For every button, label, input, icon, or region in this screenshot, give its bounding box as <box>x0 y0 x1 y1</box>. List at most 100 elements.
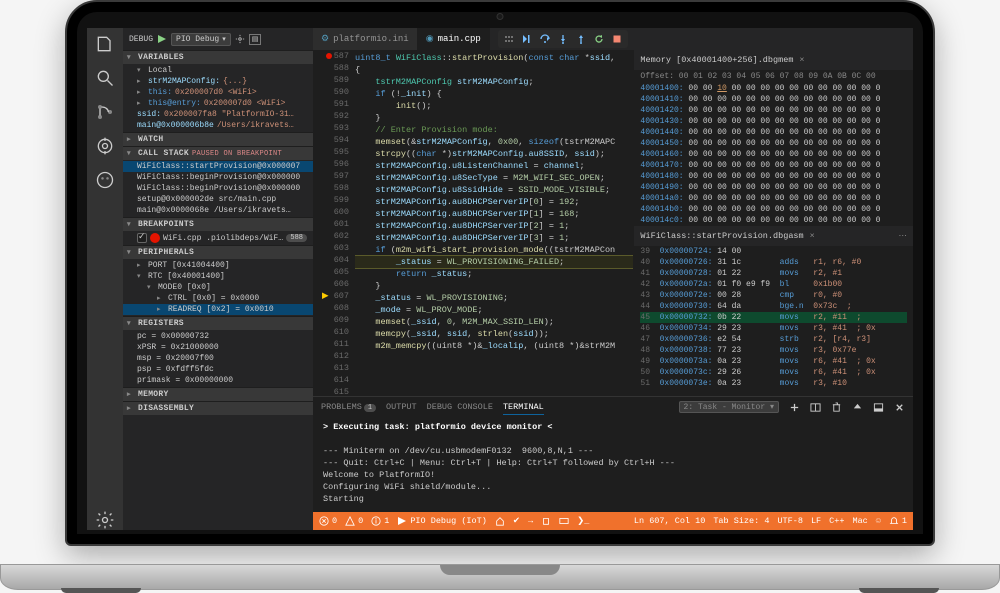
status-feedback-icon[interactable]: ☺ <box>876 516 881 526</box>
debug-icon[interactable] <box>95 136 115 156</box>
laptop-base <box>0 564 1000 590</box>
status-eol[interactable]: LF <box>811 516 821 526</box>
memory-section[interactable]: MEMORY <box>123 387 313 401</box>
debug-toolbar <box>498 30 628 48</box>
watch-section[interactable]: WATCH <box>123 132 313 146</box>
search-icon[interactable] <box>95 68 115 88</box>
start-debug-icon[interactable] <box>157 34 167 44</box>
panel-tab-output[interactable]: OUTPUT <box>386 400 417 414</box>
peripherals-section: PERIPHERALS PORT [0x41004400] RTC [0x400… <box>123 245 313 316</box>
register-row[interactable]: pc = 0x00000732 <box>123 331 313 342</box>
git-icon[interactable] <box>95 102 115 122</box>
memory-tab[interactable]: Memory [0x40001400+256].dbgmem× <box>634 50 913 70</box>
drag-handle-icon[interactable] <box>504 34 514 44</box>
restart-icon[interactable] <box>594 34 604 44</box>
step-out-icon[interactable] <box>576 34 586 44</box>
stack-frame[interactable]: main@0x0000068e /Users/ikravets… <box>123 205 313 216</box>
stop-icon[interactable] <box>612 34 622 44</box>
continue-icon[interactable] <box>522 34 532 44</box>
terminal-output[interactable]: > Executing task: platformio device moni… <box>313 417 913 512</box>
status-terminal-icon[interactable]: ❯_ <box>577 516 589 526</box>
status-serial-icon[interactable] <box>559 516 569 526</box>
close-panel-icon[interactable] <box>894 402 905 413</box>
peripheral-row[interactable]: RTC [0x40001400] <box>123 271 313 282</box>
breakpoint-checkbox[interactable] <box>137 233 147 243</box>
files-icon[interactable] <box>95 34 115 54</box>
disasm-view[interactable]: 39 0x00000724: 14 00 40 0x00000726: 31 1… <box>634 246 913 389</box>
status-errors[interactable]: 0 <box>319 516 337 526</box>
panel-tab-terminal[interactable]: TERMINAL <box>503 400 544 415</box>
breakpoints-section: BREAKPOINTS WiFi.cpp .piolibdeps/WiF…588 <box>123 217 313 245</box>
kill-terminal-icon[interactable] <box>831 402 842 413</box>
status-upload-icon[interactable]: → <box>528 516 533 526</box>
status-tabsize[interactable]: Tab Size: 4 <box>713 516 769 526</box>
debug-config-select[interactable]: PIO Debug ▾ <box>171 33 231 46</box>
disasm-tab[interactable]: WiFiClass::startProvision.dbgasm×⋯ <box>634 226 913 246</box>
debug-config-bar: DEBUG PIO Debug ▾ ▤ <box>123 28 313 50</box>
variables-section: VARIABLES Local strM2MAPConfig: {...} th… <box>123 50 313 132</box>
memory-view[interactable]: 40001400: 00 00 10 00 00 00 00 00 00 00 … <box>634 83 913 226</box>
disassembly-section[interactable]: DISASSEMBLY <box>123 401 313 415</box>
stack-frame[interactable]: WiFiClass::beginProvision@0x000000 <box>123 183 313 194</box>
stack-frame[interactable]: setup@0x000002de src/main.cpp <box>123 194 313 205</box>
new-terminal-icon[interactable] <box>789 402 800 413</box>
debug-settings-icon[interactable] <box>235 34 245 44</box>
debug-console-icon[interactable]: ▤ <box>249 34 262 45</box>
var-row[interactable]: ssid: 0x200007fa8 "PlatformIO-31… <box>123 109 313 120</box>
stack-frame[interactable]: WiFiClass::beginProvision@0x000000 <box>123 172 313 183</box>
panel-tab-problems[interactable]: PROBLEMS1 <box>321 400 376 414</box>
debug-label: DEBUG <box>129 35 153 44</box>
register-row[interactable]: psp = 0xfdff5fdc <box>123 364 313 375</box>
close-icon[interactable]: × <box>799 55 804 65</box>
stack-frame[interactable]: WiFiClass::startProvision@0x000007 <box>123 161 313 172</box>
status-os[interactable]: Mac <box>852 516 867 526</box>
breakpoint-dot-icon <box>150 233 160 243</box>
panel-tab-debugconsole[interactable]: DEBUG CONSOLE <box>427 400 493 414</box>
status-lang[interactable]: C++ <box>829 516 844 526</box>
status-info[interactable]: 1 <box>371 516 389 526</box>
callstack-section: CALL STACK PAUSED ON BREAKPOINT WiFiClas… <box>123 146 313 217</box>
status-cursor[interactable]: Ln 607, Col 10 <box>634 516 705 526</box>
var-row[interactable]: strM2MAPConfig: {...} <box>123 76 313 87</box>
platformio-icon[interactable] <box>95 170 115 190</box>
tab-platformio-ini[interactable]: ⚙platformio.ini <box>313 28 418 50</box>
register-leaf[interactable]: READREQ [0x2] = 0x0010 <box>123 304 313 315</box>
status-warnings[interactable]: 0 <box>345 516 363 526</box>
step-over-icon[interactable] <box>540 34 550 44</box>
split-terminal-icon[interactable] <box>810 402 821 413</box>
tab-main-cpp[interactable]: ◉main.cpp <box>418 28 490 50</box>
activity-bar <box>87 28 123 530</box>
code-editor[interactable]: 5875885895905915925935945955965975985996… <box>313 50 634 396</box>
breakpoint-row[interactable]: WiFi.cpp .piolibdeps/WiF…588 <box>123 232 313 244</box>
editor-area: ⚙platformio.ini ◉main.cpp <box>313 28 913 530</box>
settings-icon[interactable] <box>95 510 115 530</box>
status-clean-icon[interactable] <box>541 516 551 526</box>
peripheral-row[interactable]: MODE0 [0x0] <box>123 282 313 293</box>
var-row[interactable]: this@entry: 0x200007d0 <WiFi> <box>123 98 313 109</box>
more-icon[interactable]: ⋯ <box>899 231 908 241</box>
debug-sidebar: DEBUG PIO Debug ▾ ▤ VARIABLES Local strM… <box>123 28 313 530</box>
var-row[interactable]: main@0x000006b8e /Users/ikravets… <box>123 120 313 131</box>
var-row[interactable]: this: 0x200007d0 <WiFi> <box>123 87 313 98</box>
laptop-frame: DEBUG PIO Debug ▾ ▤ VARIABLES Local strM… <box>0 0 1000 590</box>
register-row[interactable]: msp = 0x20007f00 <box>123 353 313 364</box>
status-build-icon[interactable]: ✔ <box>513 516 520 526</box>
terminal-selector[interactable]: 2: Task - Monitor ▾ <box>679 401 779 413</box>
toggle-panel-icon[interactable] <box>873 402 884 413</box>
register-row[interactable]: primask = 0x00000000 <box>123 375 313 386</box>
status-bar: 0 0 1 PIO Debug (IoT) ✔ → ❯_ Ln 607, Col… <box>313 512 913 530</box>
status-run-config[interactable]: PIO Debug (IoT) <box>397 516 487 526</box>
editor-tabs: ⚙platformio.ini ◉main.cpp <box>313 28 913 50</box>
status-home-icon[interactable] <box>495 516 505 526</box>
status-encoding[interactable]: UTF-8 <box>777 516 803 526</box>
scope-local[interactable]: Local <box>123 65 313 76</box>
camera <box>497 13 504 20</box>
maximize-panel-icon[interactable] <box>852 402 863 413</box>
peripheral-row[interactable]: PORT [0x41004400] <box>123 260 313 271</box>
register-row[interactable]: xPSR = 0x21000000 <box>123 342 313 353</box>
status-bell-icon[interactable]: 1 <box>889 516 907 526</box>
registers-section: REGISTERS pc = 0x00000732 xPSR = 0x21000… <box>123 316 313 387</box>
step-into-icon[interactable] <box>558 34 568 44</box>
register-leaf[interactable]: CTRL [0x0] = 0x0000 <box>123 293 313 304</box>
close-icon[interactable]: × <box>810 231 815 241</box>
